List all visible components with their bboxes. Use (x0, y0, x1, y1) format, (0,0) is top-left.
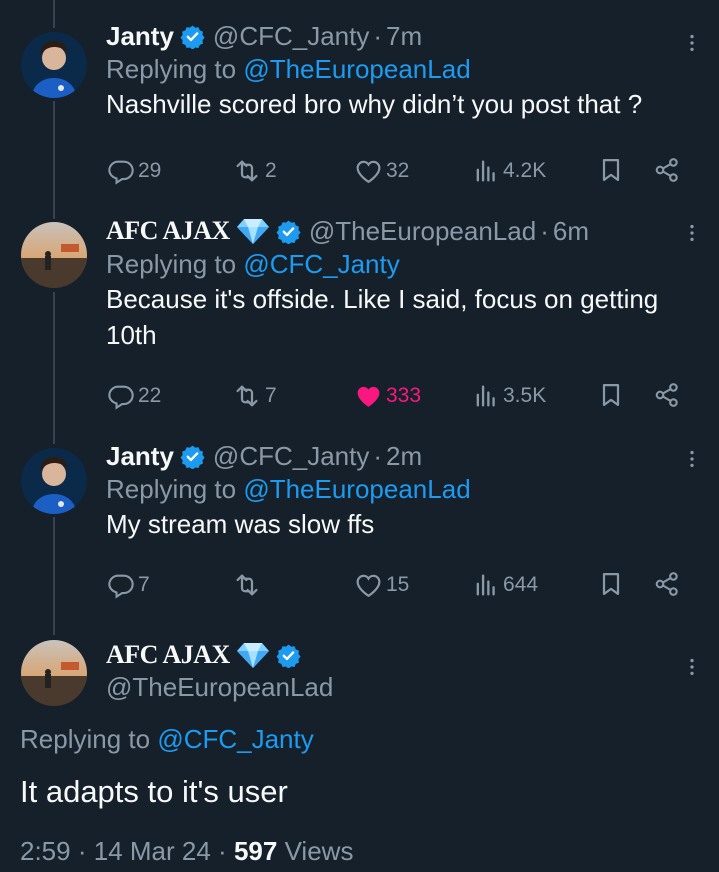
thread-line (53, 292, 55, 444)
like-count: 15 (386, 573, 410, 596)
mention-link[interactable]: @TheEuropeanLad (243, 474, 470, 504)
tweet-header: Janty @CFC_Janty · 7m (106, 20, 699, 52)
share-icon[interactable] (653, 155, 681, 185)
tweet-header: Janty @CFC_Janty · 2m (106, 440, 699, 472)
heart-icon (354, 157, 383, 186)
views-icon (472, 382, 500, 410)
more-icon[interactable] (677, 444, 707, 474)
views-icon (472, 157, 500, 185)
reply-icon (107, 382, 135, 410)
replying-prefix: Replying to (106, 54, 237, 84)
heart-icon (354, 571, 383, 600)
separator: · (77, 836, 94, 866)
like-count: 32 (386, 159, 410, 182)
view-count: 644 (503, 573, 539, 596)
view-count: 3.5K (503, 384, 547, 407)
reply-icon (107, 571, 135, 599)
separator: · (218, 836, 234, 866)
username[interactable]: @CFC_Janty (213, 440, 369, 472)
view-count: 4.2K (503, 159, 547, 182)
verified-icon (180, 24, 205, 49)
replying-to: Replying to @CFC_Janty (106, 247, 699, 281)
verified-icon (276, 643, 301, 668)
like-button[interactable]: 333 (354, 376, 421, 416)
avatar[interactable] (21, 448, 87, 514)
retweet-icon (232, 156, 262, 186)
retweet-button[interactable]: 7 (232, 376, 277, 416)
timestamp[interactable]: 2m (386, 440, 422, 472)
reply-button[interactable]: 7 (107, 565, 150, 605)
separator: · (373, 21, 383, 51)
like-button[interactable]: 15 (354, 565, 409, 605)
views-icon (472, 571, 500, 599)
avatar[interactable] (21, 32, 87, 98)
reply-button[interactable]: 22 (107, 376, 161, 416)
main-tweet-header: AFC AJAX (106, 640, 301, 670)
retweet-icon (232, 570, 262, 600)
more-icon[interactable] (677, 28, 707, 58)
bookmark-icon[interactable] (597, 380, 625, 410)
display-name[interactable]: Janty (106, 20, 174, 52)
replying-to: Replying to @TheEuropeanLad (106, 472, 699, 506)
tweet-text: My stream was slow ffs (106, 509, 375, 539)
like-button[interactable]: 32 (354, 151, 409, 191)
avatar[interactable] (21, 640, 87, 706)
post-date[interactable]: 14 Mar 24 (94, 836, 211, 866)
share-icon[interactable] (653, 380, 681, 410)
replying-prefix: Replying to (106, 474, 237, 504)
replying-prefix: Replying to (106, 249, 237, 279)
retweet-button[interactable] (232, 565, 265, 605)
views-label: Views (284, 836, 354, 866)
verified-icon (276, 219, 301, 244)
views-button[interactable]: 3.5K (472, 376, 546, 416)
reply-count: 29 (138, 159, 162, 182)
reply-count: 7 (138, 573, 150, 596)
timestamp[interactable]: 6m (553, 215, 589, 247)
share-icon[interactable] (653, 569, 681, 599)
bookmark-icon[interactable] (597, 569, 625, 599)
retweet-count: 7 (265, 384, 277, 407)
timestamp[interactable]: 7m (386, 20, 422, 52)
post-time[interactable]: 2:59 (20, 836, 71, 866)
mention-link[interactable]: @CFC_Janty (243, 249, 399, 279)
avatar[interactable] (21, 222, 87, 288)
views-button[interactable]: 644 (472, 565, 538, 605)
tweet-meta: 2:59 · 14 Mar 24 · 597 Views (20, 836, 353, 867)
tweet-text: Because it's offside. Like I said, focus… (106, 284, 659, 350)
more-icon[interactable] (677, 218, 707, 248)
retweet-icon (232, 381, 262, 411)
username[interactable]: @TheEuropeanLad (309, 215, 536, 247)
views-button[interactable]: 4.2K (472, 151, 546, 191)
reply-count: 22 (138, 384, 162, 407)
username[interactable]: @TheEuropeanLad (106, 672, 333, 703)
tweet-header: AFC AJAX @TheEuropeanLad · 6m (106, 215, 699, 247)
heart-icon (354, 382, 383, 411)
views-count: 597 (233, 836, 278, 866)
main-tweet-text: It adapts to it's user (20, 774, 288, 809)
retweet-button[interactable]: 2 (232, 151, 277, 191)
mention-link[interactable]: @TheEuropeanLad (243, 54, 470, 84)
diamond-icon (236, 217, 270, 245)
diamond-icon (236, 641, 270, 669)
replying-to: Replying to @TheEuropeanLad (106, 52, 699, 86)
separator: · (373, 441, 383, 471)
replying-to: Replying to @CFC_Janty (20, 724, 314, 755)
bookmark-icon[interactable] (597, 155, 625, 185)
username[interactable]: @CFC_Janty (213, 20, 369, 52)
display-name[interactable]: AFC AJAX (106, 640, 230, 670)
reply-button[interactable]: 29 (107, 151, 161, 191)
separator: · (540, 216, 549, 246)
tweet-text: Nashville scored bro why didn’t you post… (106, 89, 643, 119)
retweet-count: 2 (265, 159, 277, 182)
replying-prefix: Replying to (20, 724, 151, 754)
thread-line (53, 0, 55, 28)
display-name[interactable]: Janty (106, 440, 174, 472)
more-icon[interactable] (677, 652, 707, 682)
mention-link[interactable]: @CFC_Janty (157, 724, 313, 754)
verified-icon (180, 444, 205, 469)
like-count: 333 (386, 384, 422, 407)
reply-icon (107, 157, 135, 185)
display-name[interactable]: AFC AJAX (106, 215, 230, 247)
